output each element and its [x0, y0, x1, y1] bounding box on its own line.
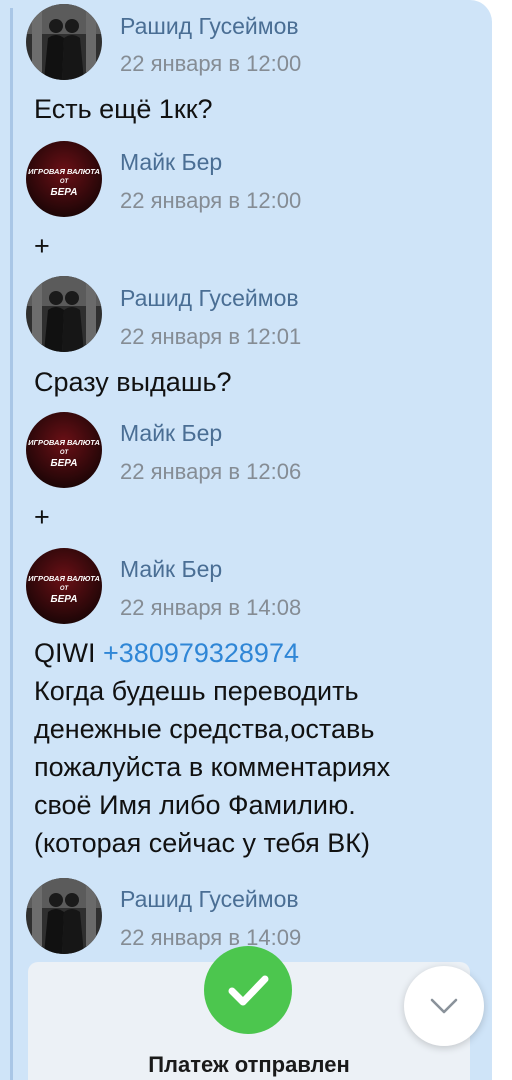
avatar-maik[interactable]: ИГРОВАЯ ВАЛЮТА ОТ БЕРА	[26, 412, 102, 488]
message-text: +	[34, 502, 50, 532]
avatar-maik[interactable]: ИГРОВАЯ ВАЛЮТА ОТ БЕРА	[26, 141, 102, 217]
sender-name[interactable]: Майк Бер	[120, 149, 222, 176]
message-text: Сразу выдашь?	[34, 367, 232, 397]
chevron-down-icon	[430, 998, 458, 1014]
avatar-text-line-2: ОТ	[60, 450, 70, 456]
quote-bar	[10, 8, 13, 1080]
message-time: 22 января в 12:06	[120, 459, 302, 484]
avatar-rashid[interactable]	[26, 4, 102, 80]
qiwi-label: QIWI	[34, 638, 96, 668]
avatar-text-line-3: БЕРА	[50, 458, 77, 469]
avatar-maik[interactable]: ИГРОВАЯ ВАЛЮТА ОТ БЕРА	[26, 548, 102, 624]
message-time: 22 января в 12:01	[120, 324, 302, 349]
avatar-rashid[interactable]	[26, 878, 102, 954]
avatar-text-line-2: ОТ	[60, 586, 70, 592]
checkmark-icon	[228, 975, 269, 1006]
avatar-text-line-2: ОТ	[60, 179, 70, 185]
avatar-text-line-1: ИГРОВАЯ ВАЛЮТА	[28, 167, 100, 176]
forwarded-messages-panel: Рашид Гусеймов 22 января в 12:00 Есть ещ…	[0, 0, 492, 1080]
page: Рашид Гусеймов 22 января в 12:00 Есть ещ…	[0, 0, 512, 1080]
message-time: 22 января в 12:00	[120, 188, 302, 213]
sender-name[interactable]: Майк Бер	[120, 556, 222, 583]
payment-status-circle	[204, 946, 292, 1034]
sender-name[interactable]: Майк Бер	[120, 420, 222, 447]
message-time: 22 января в 12:00	[120, 51, 302, 76]
message-text-line-3: пожалуйста в комментариях	[34, 752, 391, 782]
phone-link[interactable]: +380979328974	[103, 638, 299, 668]
avatar-text-line-3: БЕРА	[50, 594, 77, 605]
avatar-text-line-1: ИГРОВАЯ ВАЛЮТА	[28, 438, 100, 447]
qiwi-line: QIWI +380979328974	[34, 636, 299, 671]
message-text-line-4: своё Имя либо Фамилию.	[34, 790, 356, 820]
message-text: Есть ещё 1кк?	[34, 94, 213, 124]
message-text-line-5: (которая сейчас у тебя ВК)	[34, 828, 370, 858]
sender-name[interactable]: Рашид Гусеймов	[120, 285, 299, 312]
message-time: 22 января в 14:08	[120, 595, 302, 620]
avatar-text-line-1: ИГРОВАЯ ВАЛЮТА	[28, 574, 100, 583]
scroll-down-button[interactable]	[404, 966, 484, 1046]
sender-name[interactable]: Рашид Гусеймов	[120, 886, 299, 913]
message-text-line-1: Когда будешь переводить	[34, 676, 359, 706]
payment-card-title: Платеж отправлен	[148, 1052, 350, 1077]
message-text-line-2: денежные средства,оставь	[34, 714, 375, 744]
message-text: +	[34, 231, 50, 261]
sender-name[interactable]: Рашид Гусеймов	[120, 13, 299, 40]
avatar-rashid[interactable]	[26, 276, 102, 352]
avatar-text-line-3: БЕРА	[50, 187, 77, 198]
